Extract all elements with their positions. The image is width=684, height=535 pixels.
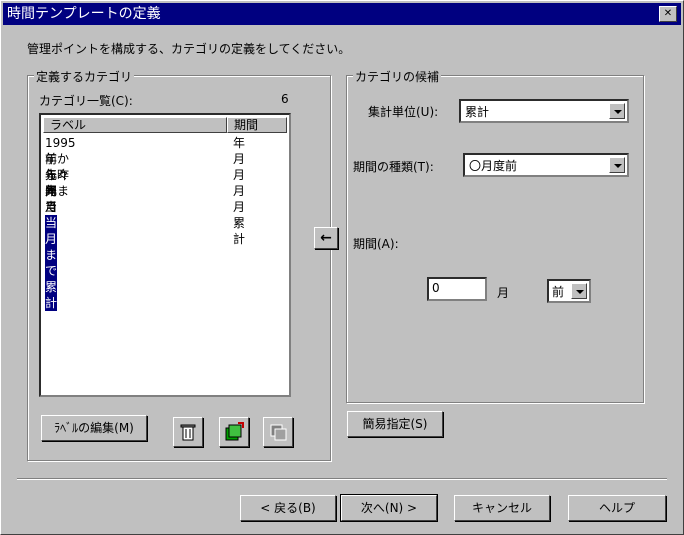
- list-item-period: 年: [233, 136, 246, 150]
- direction-select[interactable]: 前: [547, 279, 591, 303]
- dialog-window: 時間テンプレートの定義 ✕ 管理ポイントを構成する、カテゴリの定義をしてください…: [0, 0, 684, 535]
- copy-button[interactable]: [263, 417, 293, 447]
- period-input[interactable]: 0: [427, 277, 487, 301]
- category-count: 6: [281, 92, 289, 106]
- footer-separator: [17, 478, 667, 480]
- category-list[interactable]: ラベル 期間 1995年から昨年まで年前年同月月先々月月先月月当月月当月まで累計…: [39, 113, 291, 397]
- column-header-label[interactable]: ラベル: [43, 117, 227, 133]
- edit-label-button[interactable]: ﾗﾍﾞﾙの編集(M): [41, 415, 147, 441]
- period-unit: 月: [497, 286, 510, 300]
- list-item-period: 月: [233, 200, 246, 214]
- window-title: 時間テンプレートの定義: [7, 6, 161, 22]
- period-input-value: 0: [432, 281, 440, 295]
- arrow-left-icon: ←: [320, 230, 332, 246]
- agg-unit-label: 集計単位(U):: [368, 105, 439, 119]
- back-button[interactable]: < 戻る(B): [240, 495, 336, 521]
- close-button[interactable]: ✕: [659, 6, 677, 22]
- simple-setting-button[interactable]: 簡易指定(S): [347, 411, 443, 437]
- direction-value: 前: [552, 285, 565, 299]
- close-icon: ✕: [663, 8, 673, 19]
- list-item-period: 月: [233, 184, 246, 198]
- cancel-button[interactable]: キャンセル: [454, 495, 550, 521]
- list-item-period: 累計: [233, 216, 246, 246]
- period-type-label: 期間の種類(T):: [353, 160, 434, 174]
- trash-icon: [180, 424, 196, 441]
- chevron-down-icon[interactable]: [571, 283, 587, 299]
- description-text: 管理ポイントを構成する、カテゴリの定義をしてください。: [27, 42, 351, 56]
- chevron-down-icon[interactable]: [609, 157, 625, 173]
- list-item-label: 当月まで累計: [45, 215, 58, 311]
- move-left-button[interactable]: ←: [314, 227, 338, 249]
- period-type-select[interactable]: 〇月度前: [463, 153, 629, 177]
- agg-unit-select[interactable]: 累計: [459, 99, 629, 123]
- category-group-title: 定義するカテゴリ: [34, 68, 135, 85]
- copy-icon: [270, 424, 287, 441]
- column-header-period[interactable]: 期間: [227, 117, 287, 133]
- period-type-value: 〇月度前: [469, 159, 518, 173]
- title-bar: 時間テンプレートの定義 ✕: [3, 3, 681, 25]
- delete-button[interactable]: [173, 417, 203, 447]
- next-button[interactable]: 次へ(N) >: [340, 494, 438, 522]
- new-item-icon: [225, 422, 244, 441]
- chevron-down-icon[interactable]: [609, 103, 625, 119]
- candidate-group-title: カテゴリの候補: [353, 68, 442, 85]
- list-item-period: 月: [233, 152, 246, 166]
- agg-unit-value: 累計: [465, 105, 490, 119]
- new-button[interactable]: [219, 417, 249, 447]
- period-label: 期間(A):: [353, 237, 399, 251]
- category-list-label: カテゴリ一覧(C):: [39, 94, 133, 108]
- help-button[interactable]: ヘルプ: [568, 495, 666, 521]
- list-item-period: 月: [233, 168, 246, 182]
